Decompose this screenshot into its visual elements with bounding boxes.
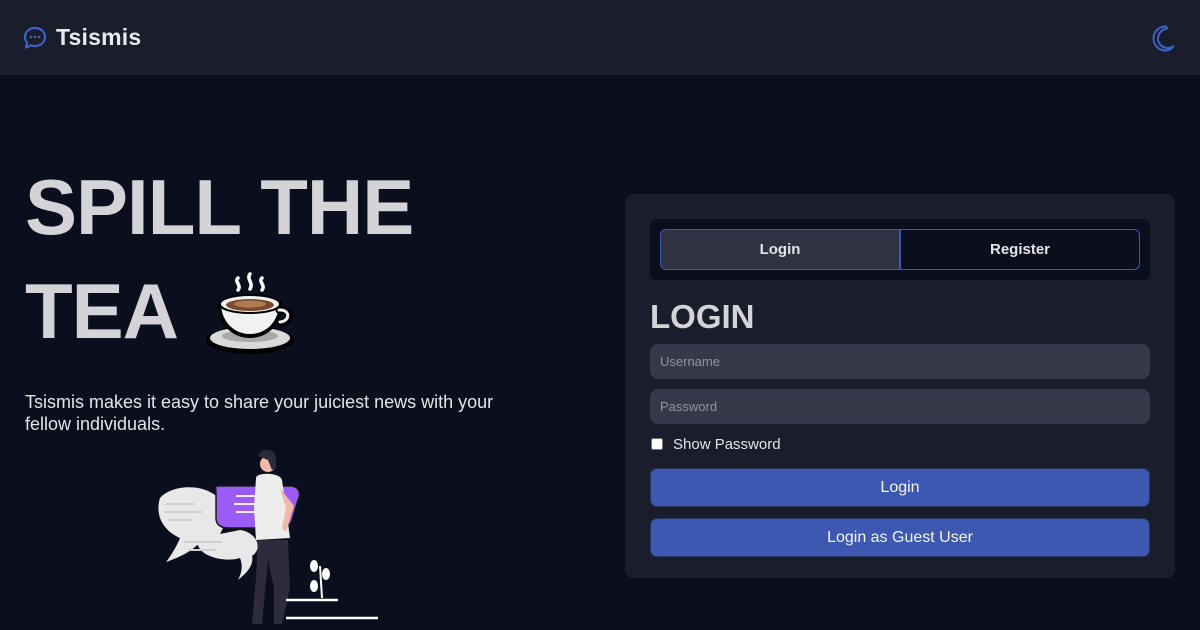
show-password-label[interactable]: Show Password [673,436,781,453]
hero-title: SPILL THE TEA [25,155,585,363]
username-input[interactable] [650,344,1150,379]
chatting-woman-illustration [158,450,378,624]
show-password-checkbox[interactable] [651,438,663,450]
navbar: Tsismis [0,0,1200,75]
brand[interactable]: Tsismis [22,24,141,51]
auth-tabs: Login Register [650,219,1150,280]
coffee-cup-icon [206,272,294,354]
hero-title-line2: TEA [25,267,179,355]
auth-card: Login Register LOGIN Show Password Login… [625,194,1175,578]
password-input[interactable] [650,389,1150,424]
hero-title-line1: SPILL THE [25,163,414,251]
chat-bubble-icon [23,26,47,49]
guest-login-button[interactable]: Login as Guest User [650,518,1150,557]
show-password-row: Show Password [650,436,1150,453]
login-button[interactable]: Login [650,468,1150,507]
tab-register[interactable]: Register [900,229,1140,270]
hero: SPILL THE TEA Tsismis makes it easy to s… [25,155,585,435]
app-name: Tsismis [56,24,142,50]
hero-title-line2-row: TEA [25,259,585,363]
hero-description: Tsismis makes it easy to share your juic… [25,392,494,434]
moon-icon[interactable] [1148,23,1178,53]
tab-login[interactable]: Login [660,229,900,270]
form-title: LOGIN [650,298,755,335]
